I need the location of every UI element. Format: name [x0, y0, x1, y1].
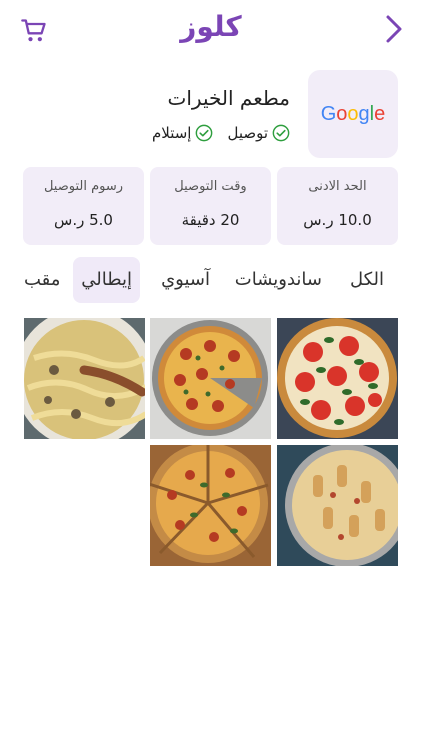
category-tabs: الكل ساندويشات آسيوي إيطالي مقب — [0, 257, 422, 303]
tab-asian[interactable]: آسيوي — [161, 257, 210, 303]
stat-delivery-fee: رسوم التوصيل 5.0 ر.س — [23, 167, 144, 245]
product-tile[interactable] — [277, 318, 398, 439]
option-delivery: توصيل — [227, 124, 290, 142]
pepperoni-pizza-image — [150, 318, 271, 439]
pasta-mushroom-image — [24, 318, 145, 439]
tab-italian[interactable]: إيطالي — [73, 257, 140, 303]
stat-label: رسوم التوصيل — [43, 179, 124, 194]
tab-all[interactable]: الكل — [350, 257, 384, 303]
app-header: كلوز — [0, 0, 422, 62]
back-arrow-icon[interactable] — [382, 14, 406, 44]
product-tile[interactable] — [150, 445, 271, 566]
logo-wordmark: Google — [320, 102, 386, 125]
option-delivery-label: توصيل — [227, 124, 268, 142]
stat-value: 5.0 ر.س — [54, 211, 113, 229]
option-pickup: إستلام — [152, 124, 214, 142]
stats-row: الحد الادنى 10.0 ر.س وقت التوصيل 20 دقيق… — [23, 167, 398, 245]
stat-label: الحد الادنى — [308, 179, 367, 194]
product-tile[interactable] — [277, 445, 398, 566]
stat-delivery-time: وقت التوصيل 20 دقيقة — [150, 167, 271, 245]
option-pickup-label: إستلام — [151, 124, 192, 142]
restaurant-logo: Google — [308, 70, 398, 158]
stat-value: 20 دقيقة — [181, 211, 240, 229]
check-circle-icon — [272, 124, 290, 142]
product-tile[interactable] — [24, 318, 145, 439]
restaurant-name: مطعم الخيرات — [167, 86, 290, 110]
tab-appetizers[interactable]: مقب — [24, 257, 60, 303]
check-circle-icon — [196, 124, 213, 142]
baked-pasta-image — [277, 445, 398, 566]
stat-label: وقت التوصيل — [174, 179, 247, 194]
app-title: كلوز — [180, 10, 242, 43]
product-tile[interactable] — [150, 318, 271, 439]
pizza-slices-image — [150, 445, 271, 566]
service-options: توصيل إستلام — [152, 124, 290, 142]
stat-value: 10.0 ر.س — [303, 211, 372, 229]
margherita-pizza-image — [277, 318, 398, 439]
stat-minimum-order: الحد الادنى 10.0 ر.س — [277, 167, 398, 245]
tab-sandwiches[interactable]: ساندويشات — [235, 257, 322, 303]
